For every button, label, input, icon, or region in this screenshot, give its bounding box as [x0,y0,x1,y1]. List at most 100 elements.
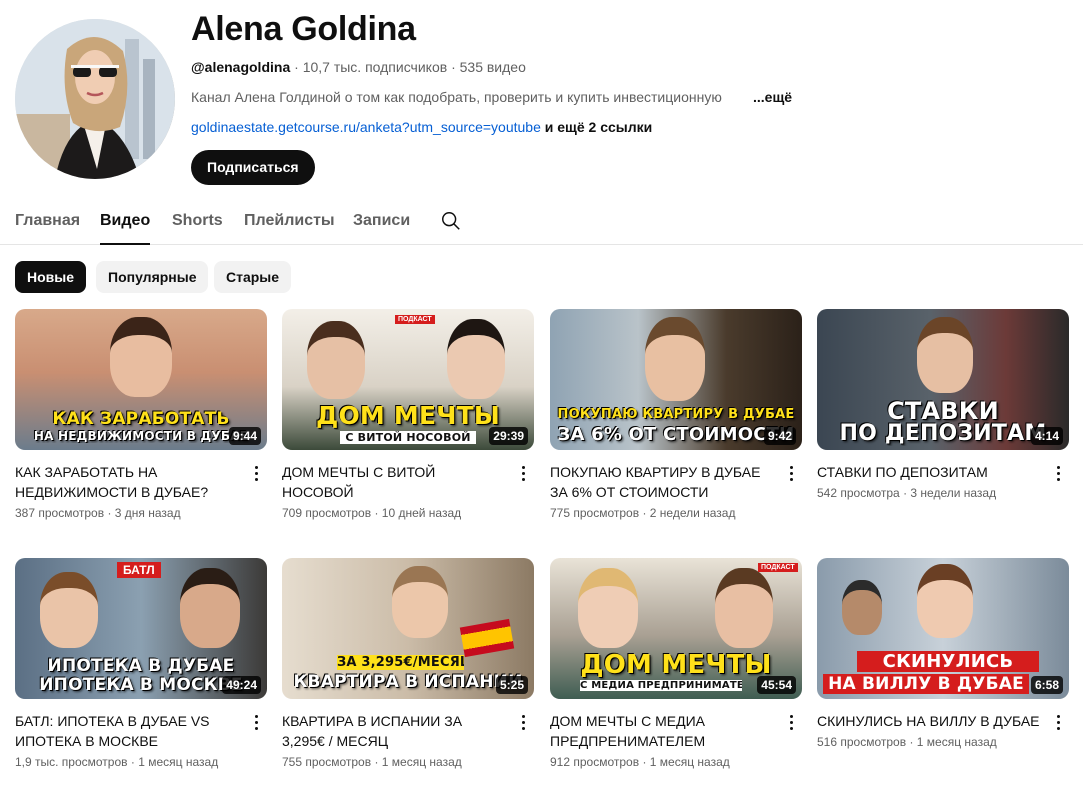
video-title[interactable]: СКИНУЛИСЬ НА ВИЛЛУ В ДУБАЕ [817,711,1042,731]
video-title[interactable]: КВАРТИРА В ИСПАНИИ ЗА 3,295€ / МЕСЯЦ [282,711,507,751]
video-meta: 542 просмотра · 3 недели назад [817,486,1069,500]
thumbnail-text-line1: СКИНУЛИСЬ [857,651,1039,672]
thumbnail-person [392,566,448,638]
more-links[interactable]: и ещё 2 ссылки [545,119,652,135]
video-age: 3 недели назад [910,486,997,500]
video-title[interactable]: ДОМ МЕЧТЫ С ВИТОЙ НОСОВОЙ [282,462,507,502]
search-icon[interactable] [440,210,462,232]
video-meta: 1,9 тыс. просмотров · 1 месяц назад [15,755,267,769]
more-options-icon[interactable] [784,464,798,484]
more-options-icon[interactable] [249,713,263,733]
more-options-icon[interactable] [1051,713,1065,733]
video-views: 775 просмотров [550,506,640,520]
video-card[interactable]: КАК ЗАРАБОТАТЬ НА НЕДВИЖИМОСТИ В ДУБАЕ 9… [15,309,267,520]
video-duration: 4:14 [1030,427,1063,445]
thumbnail-person [110,317,172,397]
video-age: 3 дня назад [114,506,181,520]
video-title[interactable]: ДОМ МЕЧТЫ С МЕДИА ПРЕДПРЕНИМАТЕЛЕМ [550,711,775,751]
tab-shorts[interactable]: Shorts [172,212,223,230]
video-duration: 6:58 [1030,676,1063,694]
thumbnail-person [447,319,505,399]
tab-videos[interactable]: Видео [100,212,151,245]
video-title[interactable]: КАК ЗАРАБОТАТЬ НА НЕДВИЖИМОСТИ В ДУБАЕ? [15,462,240,502]
subscribe-button[interactable]: Подписаться [191,150,315,185]
video-thumbnail[interactable]: ПОДКАСТ ДОМ МЕЧТЫ С МЕДИА ПРЕДПРИНИМАТЕЛ… [550,558,802,699]
video-card[interactable]: ПОДКАСТ ДОМ МЕЧТЫ С МЕДИА ПРЕДПРИНИМАТЕЛ… [550,558,802,769]
thumbnail-tag: ПОДКАСТ [395,315,435,324]
more-options-icon[interactable] [516,464,530,484]
thumbnail-person [917,564,973,638]
channel-link[interactable]: goldinaestate.getcourse.ru/anketa?utm_so… [191,119,541,135]
more-options-icon[interactable] [784,713,798,733]
tab-home[interactable]: Главная [15,212,80,230]
thumbnail-person [645,317,705,401]
video-thumbnail[interactable]: ПОКУПАЮ КВАРТИРУ В ДУБАЕ ЗА 6% ОТ СТОИМО… [550,309,802,450]
meta-separator: · [642,506,647,520]
video-count: 535 видео [459,59,526,75]
video-meta: 912 просмотров · 1 месяц назад [550,755,802,769]
tab-posts[interactable]: Записи [353,212,410,230]
video-views: 1,9 тыс. просмотров [15,755,128,769]
channel-description[interactable]: Канал Алена Голдиной о том как подобрать… [191,89,722,105]
video-thumbnail[interactable]: ЗА 3,295€/МЕСЯЦ КВАРТИРА В ИСПАНИИ 5:25 [282,558,534,699]
more-options-icon[interactable] [1051,464,1065,484]
video-meta: 387 просмотров · 3 дня назад [15,506,267,520]
video-views: 516 просмотров [817,735,907,749]
video-views: 542 просмотра [817,486,900,500]
video-card[interactable]: ПОДКАСТ ДОМ МЕЧТЫ С ВИТОЙ НОСОВОЙ 29:39 … [282,309,534,520]
video-title[interactable]: ПОКУПАЮ КВАРТИРУ В ДУБАЕ ЗА 6% ОТ СТОИМО… [550,462,775,502]
meta-separator: · [107,506,112,520]
thumbnail-tag: ПОДКАСТ [758,563,798,572]
thumbnail-text-line1: ЗА 3,295€/МЕСЯЦ [337,655,464,670]
video-meta: 516 просмотров · 1 месяц назад [817,735,1069,749]
video-title[interactable]: БАТЛ: ИПОТЕКА В ДУБАЕ VS ИПОТЕКА В МОСКВ… [15,711,240,751]
video-views: 755 просмотров [282,755,372,769]
video-card[interactable]: СКИНУЛИСЬ НА ВИЛЛУ В ДУБАЕ 6:58 СКИНУЛИС… [817,558,1069,749]
video-duration: 45:54 [757,676,796,694]
video-thumbnail[interactable]: КАК ЗАРАБОТАТЬ НА НЕДВИЖИМОСТИ В ДУБАЕ 9… [15,309,267,450]
meta-separator: · [130,755,135,769]
thumbnail-text-line1: КАК ЗАРАБОТАТЬ [52,409,230,429]
video-views: 709 просмотров [282,506,372,520]
tab-playlists[interactable]: Плейлисты [244,212,335,230]
thumbnail-text-line2: С ВИТОЙ НОСОВОЙ [340,431,476,444]
video-card[interactable]: ЗА 3,295€/МЕСЯЦ КВАРТИРА В ИСПАНИИ 5:25 … [282,558,534,769]
video-meta: 709 просмотров · 10 дней назад [282,506,534,520]
channel-name: Alena Goldina [191,10,416,48]
more-options-icon[interactable] [249,464,263,484]
video-duration: 29:39 [489,427,528,445]
video-views: 387 просмотров [15,506,105,520]
video-meta: 755 просмотров · 1 месяц назад [282,755,534,769]
more-options-icon[interactable] [516,713,530,733]
video-duration: 9:44 [228,427,261,445]
video-duration: 49:24 [222,676,261,694]
chip-popular[interactable]: Популярные [96,261,209,293]
video-card[interactable]: БАТЛ ИПОТЕКА В ДУБАЕ ИПОТЕКА В МОСКВЕ 49… [15,558,267,769]
channel-avatar[interactable] [15,19,175,179]
video-duration: 5:25 [495,676,528,694]
thumbnail-person [578,568,638,648]
video-card[interactable]: СТАВКИ ПО ДЕПОЗИТАМ 4:14 СТАВКИ ПО ДЕПОЗ… [817,309,1069,500]
video-thumbnail[interactable]: ПОДКАСТ ДОМ МЕЧТЫ С ВИТОЙ НОСОВОЙ 29:39 [282,309,534,450]
avatar-image [15,19,175,179]
meta-separator: · [451,59,456,75]
description-more-link[interactable]: ...ещё [753,89,792,105]
channel-links: goldinaestate.getcourse.ru/anketa?utm_so… [191,119,652,135]
video-title[interactable]: СТАВКИ ПО ДЕПОЗИТАМ [817,462,1042,482]
video-thumbnail[interactable]: БАТЛ ИПОТЕКА В ДУБАЕ ИПОТЕКА В МОСКВЕ 49… [15,558,267,699]
chip-newest[interactable]: Новые [15,261,87,293]
video-thumbnail[interactable]: СТАВКИ ПО ДЕПОЗИТАМ 4:14 [817,309,1069,450]
meta-separator: · [903,486,908,500]
video-views: 912 просмотров [550,755,640,769]
thumbnail-person [715,568,773,648]
channel-handle[interactable]: @alenagoldina [191,59,290,75]
video-card[interactable]: ПОКУПАЮ КВАРТИРУ В ДУБАЕ ЗА 6% ОТ СТОИМО… [550,309,802,520]
thumbnail-text-line2: С МЕДИА ПРЕДПРИНИМАТЕЛЕМ [580,680,742,691]
thumbnail-text-line1: ПОКУПАЮ КВАРТИРУ В ДУБАЕ [557,407,795,422]
video-thumbnail[interactable]: СКИНУЛИСЬ НА ВИЛЛУ В ДУБАЕ 6:58 [817,558,1069,699]
channel-tabs: Главная Видео Shorts Плейлисты Записи [0,200,1083,245]
meta-separator: · [642,755,647,769]
meta-separator: · [374,506,379,520]
video-age: 1 месяц назад [138,755,219,769]
chip-oldest[interactable]: Старые [214,261,292,293]
